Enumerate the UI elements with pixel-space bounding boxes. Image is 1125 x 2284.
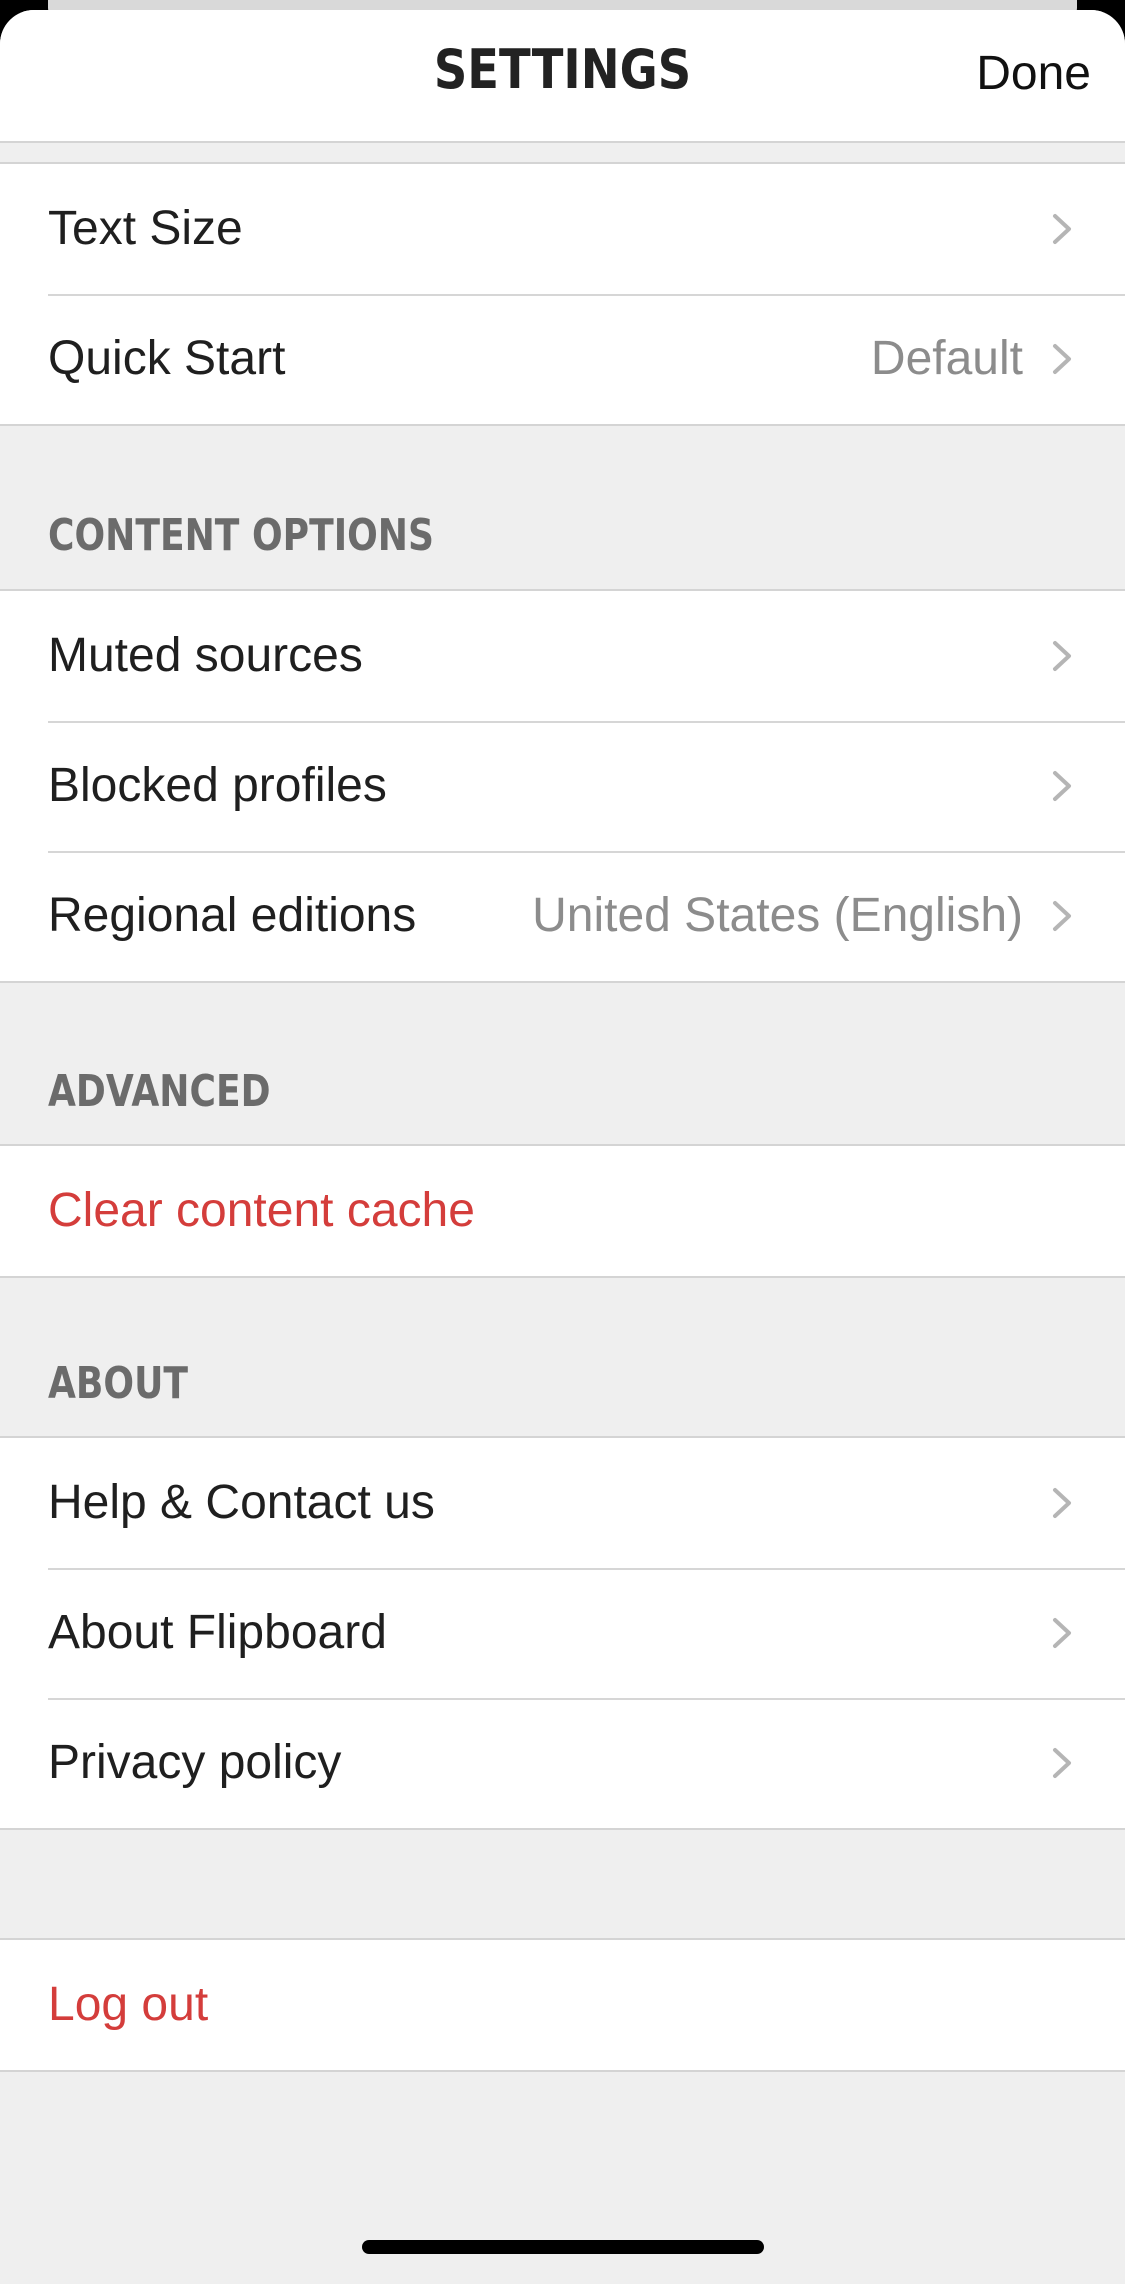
- row-label: Clear content cache: [48, 1184, 475, 1237]
- privacy-policy-row[interactable]: Privacy policy: [0, 1698, 1125, 1828]
- advanced-group: Clear content cache: [0, 1144, 1125, 1278]
- row-value: United States (English): [532, 889, 1023, 942]
- logout-group: Log out: [0, 1938, 1125, 2072]
- row-label: Blocked profiles: [48, 759, 387, 812]
- about-group: Help & Contact us About Flipboard Privac…: [0, 1436, 1125, 1830]
- chevron-right-icon: [1053, 1748, 1071, 1778]
- row-label: Text Size: [48, 202, 243, 255]
- row-label: Privacy policy: [48, 1736, 342, 1789]
- home-indicator: [362, 2240, 764, 2254]
- row-label: Muted sources: [48, 629, 363, 682]
- row-label: Help & Contact us: [48, 1476, 435, 1529]
- chevron-right-icon: [1053, 1488, 1071, 1518]
- chevron-right-icon: [1053, 771, 1071, 801]
- chevron-right-icon: [1053, 1618, 1071, 1648]
- row-label: Log out: [48, 1978, 209, 2031]
- help-contact-row[interactable]: Help & Contact us: [0, 1438, 1125, 1568]
- section-header-advanced: ADVANCED: [48, 1066, 271, 1117]
- row-label: Regional editions: [48, 889, 417, 942]
- chevron-right-icon: [1053, 344, 1071, 374]
- row-label: Quick Start: [48, 332, 286, 385]
- logout-button[interactable]: Log out: [0, 1940, 1125, 2070]
- settings-sheet: SETTINGS Done Text Size Quick Start Defa…: [0, 10, 1125, 2284]
- row-value: Default: [870, 332, 1023, 385]
- about-flipboard-row[interactable]: About Flipboard: [0, 1568, 1125, 1698]
- chevron-right-icon: [1053, 641, 1071, 671]
- section-header-content-options: CONTENT OPTIONS: [48, 510, 434, 561]
- clear-content-cache-button[interactable]: Clear content cache: [0, 1146, 1125, 1276]
- display-settings-group: Text Size Quick Start Default: [0, 162, 1125, 426]
- chevron-right-icon: [1053, 214, 1071, 244]
- done-button[interactable]: Done: [976, 46, 1091, 101]
- page-title: SETTINGS: [433, 38, 692, 101]
- section-header-about: ABOUT: [48, 1358, 189, 1409]
- content-options-group: Muted sources Blocked profiles Regional …: [0, 589, 1125, 983]
- quick-start-row[interactable]: Quick Start Default: [0, 294, 1125, 424]
- regional-editions-row[interactable]: Regional editions United States (English…: [0, 851, 1125, 981]
- navigation-bar: SETTINGS Done: [0, 10, 1125, 143]
- muted-sources-row[interactable]: Muted sources: [0, 591, 1125, 721]
- row-label: About Flipboard: [48, 1606, 387, 1659]
- chevron-right-icon: [1053, 901, 1071, 931]
- text-size-row[interactable]: Text Size: [0, 164, 1125, 294]
- blocked-profiles-row[interactable]: Blocked profiles: [0, 721, 1125, 851]
